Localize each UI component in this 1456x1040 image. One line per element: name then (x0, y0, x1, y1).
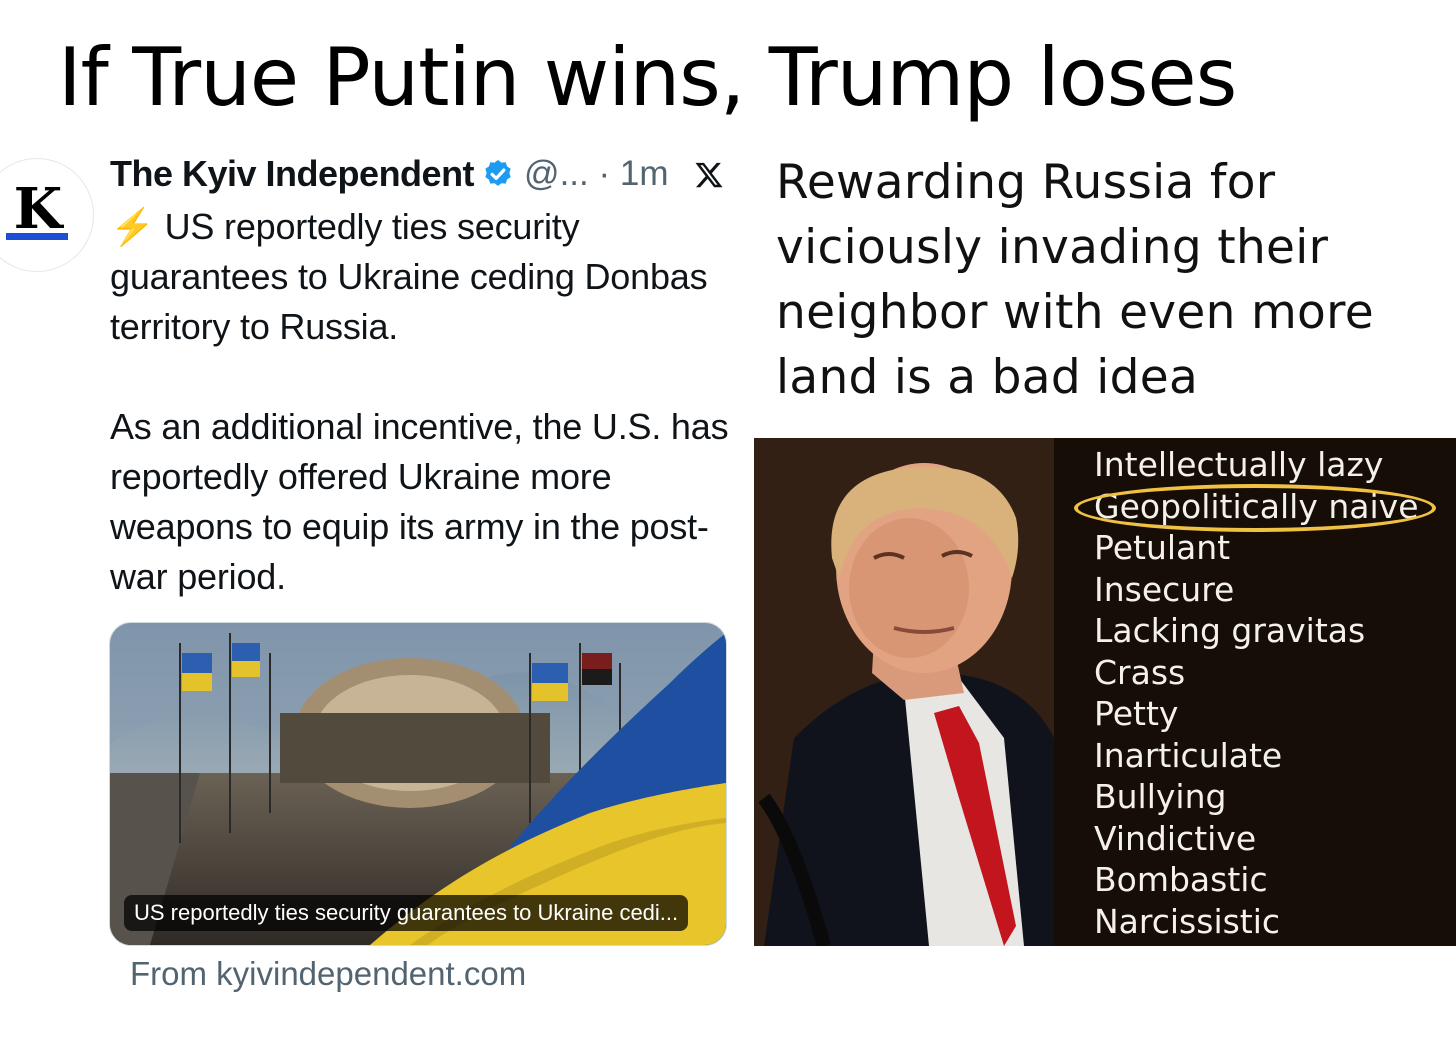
tweet-paragraph-1-text: US reportedly ties security guarantees t… (110, 206, 708, 347)
link-card-image[interactable]: US reportedly ties security guarantees t… (109, 622, 727, 946)
trait-item: Bullying (1094, 777, 1227, 816)
headline: If True Putin wins, Trump loses (58, 31, 1237, 124)
quote-text: Rewarding Russia for viciously invading … (776, 155, 1374, 405)
trait-item: Narcissistic (1094, 901, 1281, 941)
handle-and-time[interactable]: @... · 1m (524, 154, 668, 194)
trait-item: Petty (1094, 694, 1179, 733)
avatar-logo-underline (6, 233, 68, 240)
tweet-paragraph-2: As an additional incentive, the U.S. has… (110, 406, 729, 597)
tweet-header: The Kyiv Independent @... · 1m (110, 152, 668, 196)
lightning-bolt-icon: ⚡ (110, 206, 155, 247)
tweet-paragraph-1: ⚡ US reportedly ties security guarantees … (110, 202, 730, 352)
trait-item: Lacking gravitas (1094, 611, 1366, 650)
trait-item: Bombastic (1094, 860, 1268, 899)
author-name[interactable]: The Kyiv Independent (110, 153, 475, 195)
card-source-link[interactable]: From kyivindependent.com (130, 952, 526, 996)
avatar-logo-letter: K (13, 176, 63, 242)
trait-item: Intellectually lazy (1094, 445, 1384, 484)
card-caption: US reportedly ties security guarantees t… (124, 895, 689, 931)
trait-item: Petulant (1094, 528, 1231, 567)
trait-item: Inarticulate (1094, 735, 1283, 775)
trait-item: Crass (1094, 652, 1186, 692)
tweet-body: ⚡ US reportedly ties security guarantees … (110, 202, 730, 602)
highlight-ellipse (1074, 484, 1436, 532)
trait-item: Vindictive (1094, 818, 1257, 858)
trait-item: Insecure (1094, 569, 1235, 609)
verified-badge-icon (485, 160, 511, 186)
x-logo-icon[interactable] (694, 160, 724, 190)
